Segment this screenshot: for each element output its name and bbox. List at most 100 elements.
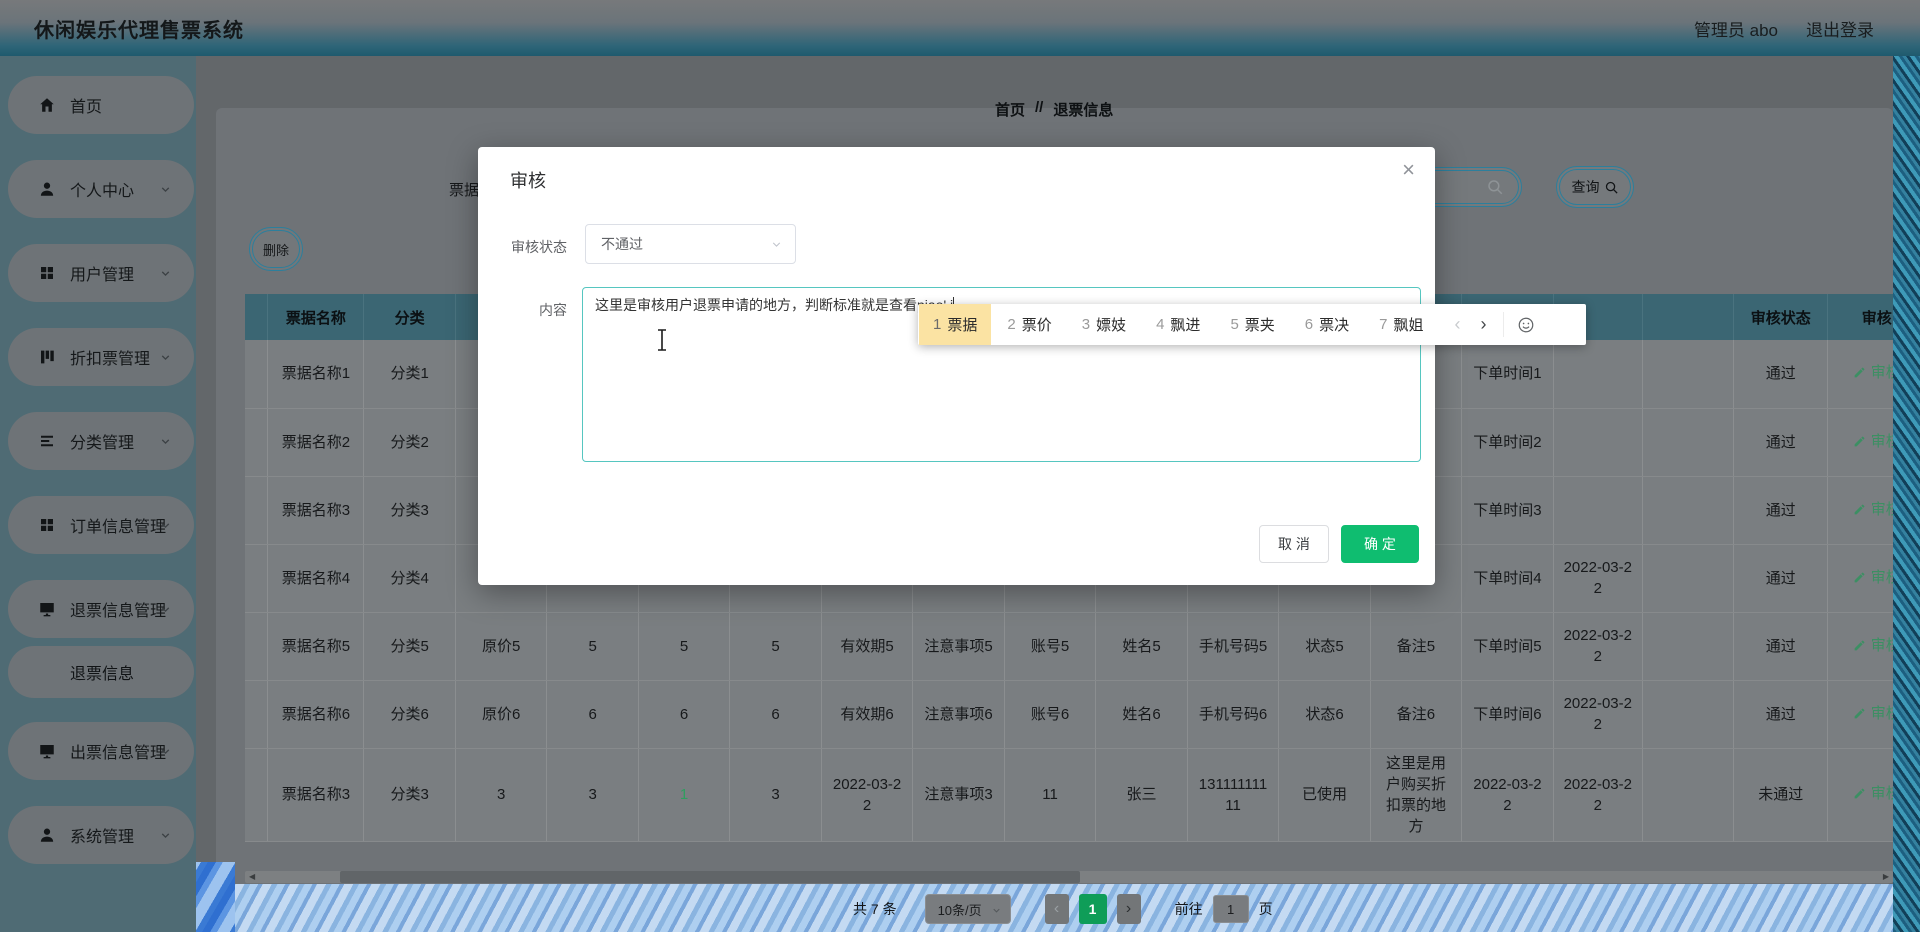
table-cell: 下单时间4 (1462, 544, 1553, 612)
prev-page-button[interactable]: ‹ (1045, 894, 1069, 924)
table-cell: 通过 (1734, 340, 1828, 408)
table-cell: 未通过 (1734, 748, 1828, 841)
ime-candidate-5[interactable]: 5票夹 (1216, 304, 1288, 345)
column-header: 审核状态 (1734, 294, 1828, 340)
audit-link[interactable]: 审核 (1853, 567, 1893, 588)
goto-page-input[interactable]: 1 (1213, 895, 1249, 923)
sidebar-item-0[interactable]: 首页 (8, 76, 194, 134)
admin-user-label: 管理员 abo (1694, 16, 1778, 41)
ime-candidate-text: 飘进 (1170, 314, 1200, 335)
audit-link[interactable]: 审核 (1853, 499, 1893, 520)
table-row: 票据名称3分类333132022-03-22注意事项311张三131111111… (245, 748, 1893, 841)
ime-candidate-4[interactable]: 4 飘进 (1142, 304, 1214, 345)
table-cell: 5 (638, 612, 729, 680)
table-cell: 下单时间6 (1462, 680, 1553, 748)
table-cell: 通过 (1734, 544, 1828, 612)
table-cell (1642, 408, 1733, 476)
sidebar-item-label: 出票信息管理 (70, 739, 166, 763)
app-title: 休闲娱乐代理售票系统 (34, 14, 244, 43)
audit-link-label: 审核 (1871, 567, 1893, 588)
table-cell: 票据名称5 (268, 612, 364, 680)
confirm-button[interactable]: 确 定 (1341, 525, 1419, 563)
chevron-down-icon (159, 603, 172, 616)
table-cell: 姓名5 (1096, 612, 1187, 680)
breadcrumb-separator: // (1035, 99, 1043, 120)
scroll-left-arrow-icon[interactable]: ◀ (249, 871, 255, 883)
delete-button[interactable]: 删除 (249, 227, 303, 271)
table-cell: 姓名6 (1096, 680, 1187, 748)
scroll-right-arrow-icon[interactable]: ▶ (1883, 871, 1889, 883)
sidebar-item-label: 折扣票管理 (70, 345, 150, 369)
table-cell: 1 (638, 748, 729, 841)
scrollbar-thumb[interactable] (340, 871, 1080, 883)
table-cell: 5 (730, 612, 821, 680)
pencil-icon (1853, 639, 1866, 652)
audit-link[interactable]: 审核 (1853, 362, 1893, 383)
sidebar-item-5[interactable]: 订单信息管理 (8, 496, 194, 554)
query-button-label: 查询 (1572, 177, 1600, 197)
dialog-footer: 取 消 确 定 (1259, 525, 1419, 563)
audit-link[interactable]: 审核 (1853, 783, 1893, 804)
audit-link[interactable]: 审核 (1853, 635, 1893, 656)
close-icon[interactable]: × (1402, 159, 1415, 181)
table-cell: 注意事项6 (913, 680, 1004, 748)
table-cell: 分类1 (364, 340, 455, 408)
next-page-button[interactable]: › (1117, 894, 1141, 924)
breadcrumb-home[interactable]: 首页 (995, 99, 1025, 120)
audit-link-label: 审核 (1871, 783, 1893, 804)
table-cell: 原价6 (455, 680, 546, 748)
decorative-stripes-right (1893, 56, 1920, 932)
sidebar-item-4[interactable]: 分类管理 (8, 412, 194, 470)
logout-link[interactable]: 退出登录 (1806, 16, 1874, 41)
text-cursor-icon (655, 328, 669, 352)
smiley-icon[interactable] (1510, 304, 1542, 345)
table-cell: 已使用 (1279, 748, 1370, 841)
table-row: 票据名称5分类5原价5555有效期5注意事项5账号5姓名5手机号码5状态5备注5… (245, 612, 1893, 680)
table-cell: 通过 (1734, 476, 1828, 544)
ime-candidate-number: 4 (1156, 316, 1164, 333)
ime-candidate-1[interactable]: 1票据 (919, 304, 991, 345)
horizontal-scrollbar[interactable]: ◀ ▶ (245, 871, 1893, 883)
table-cell: 分类3 (364, 748, 455, 841)
audit-status-select[interactable]: 不通过 (585, 224, 796, 264)
cancel-button[interactable]: 取 消 (1259, 525, 1329, 563)
query-button[interactable]: 查询 (1556, 166, 1634, 208)
chevron-down-icon (159, 829, 172, 842)
grid-icon (38, 516, 56, 534)
table-cell: 票据名称1 (268, 340, 364, 408)
table-cell: 分类6 (364, 680, 455, 748)
sidebar-item-6[interactable]: 退票信息管理 (8, 580, 194, 638)
ime-candidate-3[interactable]: 3嫖妓 (1068, 304, 1140, 345)
ime-candidate-text: 票夹 (1245, 314, 1275, 335)
table-cell: 账号5 (1004, 612, 1095, 680)
ime-prev-icon[interactable]: ‹ (1445, 304, 1471, 345)
table-cell: 备注6 (1370, 680, 1461, 748)
audit-link[interactable]: 审核 (1853, 703, 1893, 724)
page-unit-label: 页 (1259, 899, 1273, 919)
ime-next-icon[interactable]: › (1471, 304, 1497, 345)
sidebar-item-3[interactable]: 折扣票管理 (8, 328, 194, 386)
ime-candidate-2[interactable]: 2票价 (993, 304, 1065, 345)
pagination-total: 共 7 条 (853, 899, 897, 919)
book-icon (38, 348, 56, 366)
ime-candidate-6[interactable]: 6票决 (1291, 304, 1363, 345)
sidebar-item-7[interactable]: 出票信息管理 (8, 722, 194, 780)
table-cell: 票据名称2 (268, 408, 364, 476)
sidebar-subitem[interactable]: 退票信息 (8, 646, 194, 698)
ime-candidate-text: 票据 (947, 314, 977, 335)
table-cell: 3 (730, 748, 821, 841)
sidebar-nav: 首页个人中心用户管理折扣票管理分类管理订单信息管理退票信息管理退票信息出票信息管… (0, 56, 196, 932)
audit-link[interactable]: 审核 (1853, 431, 1893, 452)
table-cell: 11 (1004, 748, 1095, 841)
table-cell: 状态6 (1279, 680, 1370, 748)
table-cell: 6 (638, 680, 729, 748)
table-cell: 账号6 (1004, 680, 1095, 748)
page-number-active[interactable]: 1 (1079, 894, 1107, 924)
sidebar-item-8[interactable]: 系统管理 (8, 806, 194, 864)
ime-candidate-number: 7 (1379, 316, 1387, 333)
page-size-select[interactable]: 10条/页 (925, 894, 1011, 924)
sidebar-item-2[interactable]: 用户管理 (8, 244, 194, 302)
chevron-down-icon (770, 238, 783, 251)
sidebar-item-1[interactable]: 个人中心 (8, 160, 194, 218)
ime-candidate-7[interactable]: 7飘姐 (1365, 304, 1437, 345)
